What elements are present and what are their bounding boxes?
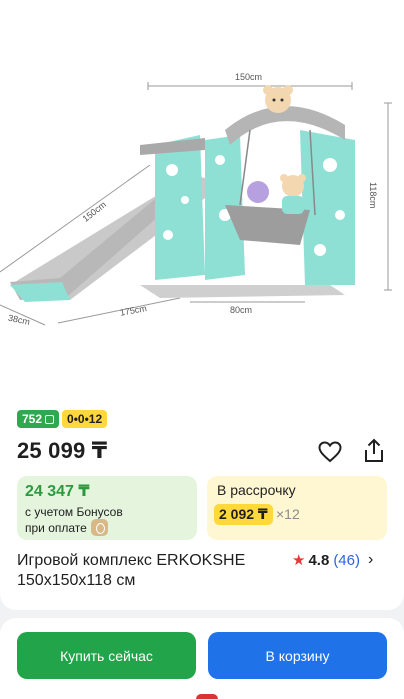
dim-80: 80cm [230, 305, 252, 315]
bottom-action-bar: Купить сейчас В корзину [0, 618, 404, 699]
product-title: Игровой комплекс ERKOKSHE 150x150x118 см [17, 552, 246, 589]
rating-link[interactable]: ★ 4.8 (46) › [292, 551, 373, 569]
buy-now-button[interactable]: Купить сейчас [17, 632, 196, 679]
installment-months: ×12 [276, 506, 300, 522]
rating-value: 4.8 [308, 551, 330, 569]
product-image[interactable]: 150cm 118cm 150cm 38cm 175cm 80cm [0, 0, 404, 398]
favorite-button[interactable] [316, 438, 344, 466]
playground-slide-swing-image: 150cm 118cm 150cm 38cm 175cm 80cm [0, 72, 392, 327]
review-count: (46) [333, 551, 360, 569]
share-icon [365, 438, 383, 462]
heart-icon [318, 441, 342, 463]
bonus-price: 24 347 ₸ [25, 483, 90, 500]
dim-38: 38cm [7, 313, 31, 327]
share-button[interactable] [360, 437, 388, 465]
installment-box[interactable]: В рассрочку 2 092 ₸ ×12 [207, 476, 387, 540]
product-info-card: 752 0•0•12 25 099 ₸ 24 347 ₸ с учетом Бо… [0, 398, 404, 610]
dim-118: 118cm [368, 182, 378, 208]
dim-150-top: 150cm [235, 72, 262, 82]
product-price: 25 099 ₸ [17, 438, 108, 463]
installment-badge: 0•0•12 [62, 410, 108, 428]
floating-indicator [196, 694, 218, 699]
bonus-coin-icon [90, 519, 108, 537]
star-icon: ★ [292, 552, 306, 569]
bonus-price-box[interactable]: 24 347 ₸ с учетом Бонусов при оплате [17, 476, 197, 540]
chevron-right-icon: › [368, 551, 374, 568]
bonus-note: с учетом Бонусов при оплате [25, 505, 123, 537]
dim-150-side: 150cm [81, 199, 108, 224]
badges-row: 752 0•0•12 [17, 410, 108, 428]
installment-title: В рассрочку [217, 482, 296, 498]
bonus-badge: 752 [17, 410, 60, 428]
installment-amount: 2 092 ₸ [214, 504, 273, 525]
add-to-cart-button[interactable]: В корзину [208, 632, 387, 679]
bonus-currency-icon [45, 414, 55, 424]
dim-175: 175cm [119, 303, 147, 318]
